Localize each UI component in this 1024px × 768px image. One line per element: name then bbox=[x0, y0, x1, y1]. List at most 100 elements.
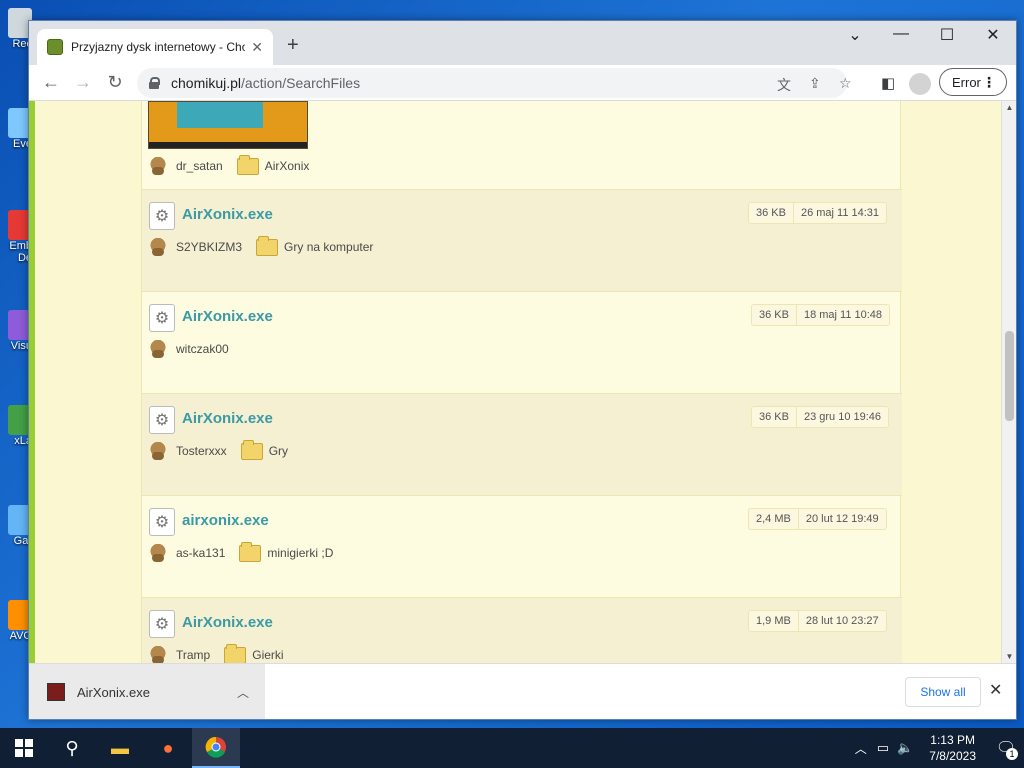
file-date: 28 lut 10 23:27 bbox=[797, 611, 886, 631]
download-item[interactable]: AirXonix.exe ︿ bbox=[29, 664, 265, 719]
file-date: 23 gru 10 19:46 bbox=[795, 407, 888, 427]
browser-window: Przyjazny dysk internetowy - Cho ✕ + ⌄ —… bbox=[28, 20, 1017, 720]
file-info-badge: 36 KB 18 maj 11 10:48 bbox=[751, 304, 891, 326]
user-link[interactable]: Tosterxxx bbox=[176, 444, 227, 458]
file-meta: Tosterxxx Gry bbox=[150, 439, 288, 460]
minimize-button[interactable]: — bbox=[879, 25, 923, 43]
folder-icon bbox=[239, 541, 262, 562]
system-tray: ︿ ▭ 🔈 1:13 PM 7/8/2023 🗨 1 bbox=[849, 728, 1024, 768]
user-avatar-icon bbox=[150, 544, 166, 562]
lock-icon[interactable] bbox=[149, 77, 160, 89]
bookmark-star-icon[interactable]: ☆ bbox=[839, 75, 852, 92]
file-explorer-icon[interactable]: ▬ bbox=[96, 728, 144, 768]
file-meta: as-ka131 minigierki ;D bbox=[150, 541, 333, 562]
file-meta: Tramp Gierki bbox=[150, 643, 284, 663]
file-name-link[interactable]: AirXonix.exe bbox=[182, 614, 273, 631]
file-info-badge: 36 KB 23 gru 10 19:46 bbox=[751, 406, 890, 428]
user-avatar-icon bbox=[150, 442, 166, 460]
scroll-down-arrow-icon[interactable]: ▼ bbox=[1002, 652, 1016, 661]
file-name-link[interactable]: AirXonix.exe bbox=[182, 308, 273, 325]
error-button[interactable]: Error ⋮ bbox=[939, 68, 1007, 96]
tab-close-icon[interactable]: ✕ bbox=[251, 39, 263, 56]
chrome-icon[interactable] bbox=[192, 728, 240, 768]
user-link[interactable]: S2YBKIZM3 bbox=[176, 240, 242, 254]
folder-link[interactable]: AirXonix bbox=[265, 159, 310, 173]
show-all-button[interactable]: Show all bbox=[905, 677, 981, 707]
reload-button[interactable]: ↻ bbox=[99, 72, 131, 93]
close-window-button[interactable]: ✕ bbox=[971, 25, 1015, 45]
file-info-badge: 1,9 MB 28 lut 10 23:27 bbox=[748, 610, 887, 632]
maximize-button[interactable]: ☐ bbox=[925, 25, 969, 45]
left-accent-bar bbox=[29, 101, 35, 663]
user-avatar-icon bbox=[150, 238, 166, 256]
taskbar: ⚲ ▬ ● ︿ ▭ 🔈 1:13 PM 7/8/2023 🗨 1 bbox=[0, 728, 1024, 768]
exe-gear-icon: ⚙ bbox=[149, 406, 175, 434]
clock[interactable]: 1:13 PM 7/8/2023 bbox=[917, 732, 988, 764]
file-info-badge: 36 KB 26 maj 11 14:31 bbox=[748, 202, 888, 224]
forward-button[interactable]: → bbox=[67, 72, 99, 93]
close-shelf-icon[interactable]: ✕ bbox=[989, 680, 1002, 700]
folder-link[interactable]: Gry na komputer bbox=[284, 240, 373, 254]
file-meta: witczak00 bbox=[150, 340, 229, 358]
chevron-up-icon[interactable]: ︿ bbox=[237, 684, 249, 701]
folder-icon bbox=[224, 643, 247, 663]
user-link[interactable]: witczak00 bbox=[176, 342, 229, 356]
profile-avatar-icon[interactable] bbox=[909, 73, 931, 95]
firefox-icon[interactable]: ● bbox=[144, 728, 192, 768]
file-thumbnail[interactable] bbox=[148, 101, 308, 149]
user-avatar-icon bbox=[150, 340, 166, 358]
vertical-scrollbar[interactable]: ▲ ▼ bbox=[1001, 101, 1016, 663]
browser-toolbar: ← → ↻ chomikuj.pl/action/SearchFiles 文 ⇪… bbox=[29, 65, 1016, 101]
notification-center-button[interactable]: 🗨 1 bbox=[988, 728, 1024, 768]
search-icon[interactable]: ⚲ bbox=[48, 728, 96, 768]
exe-file-icon bbox=[47, 683, 65, 701]
file-name-link[interactable]: AirXonix.exe bbox=[182, 410, 273, 427]
site-favicon-icon bbox=[47, 39, 63, 55]
user-link[interactable]: dr_satan bbox=[176, 159, 223, 173]
user-link[interactable]: Tramp bbox=[176, 648, 210, 662]
file-size: 36 KB bbox=[756, 207, 786, 219]
translate-icon[interactable]: 文 bbox=[777, 75, 791, 95]
folder-icon bbox=[256, 235, 279, 256]
side-panel-icon[interactable]: ◧ bbox=[881, 74, 895, 92]
top-entry-meta: dr_satan AirXonix bbox=[150, 154, 310, 175]
tab-active[interactable]: Przyjazny dysk internetowy - Cho ✕ bbox=[37, 29, 273, 65]
start-button[interactable] bbox=[0, 728, 48, 768]
user-link[interactable]: as-ka131 bbox=[176, 546, 225, 560]
exe-gear-icon: ⚙ bbox=[149, 508, 175, 536]
chrome-logo-icon bbox=[205, 736, 226, 758]
back-button[interactable]: ← bbox=[35, 72, 67, 93]
tab-search-icon[interactable]: ⌄ bbox=[833, 25, 877, 45]
share-icon[interactable]: ⇪ bbox=[809, 75, 821, 92]
exe-gear-icon: ⚙ bbox=[149, 304, 175, 332]
file-size: 36 KB bbox=[759, 411, 789, 423]
url-text[interactable]: chomikuj.pl/action/SearchFiles bbox=[171, 75, 360, 91]
folder-link[interactable]: minigierki ;D bbox=[267, 546, 333, 560]
tab-strip: Przyjazny dysk internetowy - Cho ✕ + ⌄ —… bbox=[29, 21, 1016, 65]
file-name-link[interactable]: AirXonix.exe bbox=[182, 206, 273, 223]
scrollbar-thumb[interactable] bbox=[1005, 331, 1014, 421]
new-tab-button[interactable]: + bbox=[287, 34, 299, 57]
scroll-up-arrow-icon[interactable]: ▲ bbox=[1002, 103, 1016, 112]
user-avatar-icon bbox=[150, 646, 166, 663]
file-result-row: ⚙ AirXonix.exe 1,9 MB 28 lut 10 23:27 Tr… bbox=[142, 597, 902, 663]
tab-title: Przyjazny dysk internetowy - Cho bbox=[71, 40, 246, 54]
network-icon[interactable]: ▭ bbox=[873, 740, 893, 756]
file-date: 26 maj 11 14:31 bbox=[792, 203, 886, 223]
chevron-up-icon[interactable]: ︿ bbox=[849, 740, 873, 757]
file-result-row: ⚙ AirXonix.exe 36 KB 18 maj 11 10:48 wit… bbox=[142, 291, 902, 393]
folder-link[interactable]: Gierki bbox=[252, 648, 283, 662]
download-file-name: AirXonix.exe bbox=[77, 684, 150, 700]
folder-icon bbox=[240, 439, 263, 460]
volume-muted-icon[interactable]: 🔈 bbox=[893, 740, 917, 756]
file-result-row: ⚙ AirXonix.exe 36 KB 23 gru 10 19:46 Tos… bbox=[142, 393, 902, 495]
notification-count: 1 bbox=[1006, 748, 1018, 760]
address-bar[interactable]: chomikuj.pl/action/SearchFiles 文 ⇪ ☆ bbox=[137, 68, 852, 98]
download-shelf: AirXonix.exe ︿ Show all ✕ bbox=[29, 663, 1016, 719]
file-name-link[interactable]: airxonix.exe bbox=[182, 512, 269, 529]
folder-link[interactable]: Gry bbox=[269, 444, 288, 458]
file-date: 18 maj 11 10:48 bbox=[795, 305, 889, 325]
page-viewport: dr_satan AirXonix ⚙ AirXonix.exe 36 KB 2… bbox=[29, 101, 1016, 663]
windows-logo-icon bbox=[15, 739, 33, 757]
search-results: dr_satan AirXonix ⚙ AirXonix.exe 36 KB 2… bbox=[141, 101, 902, 663]
